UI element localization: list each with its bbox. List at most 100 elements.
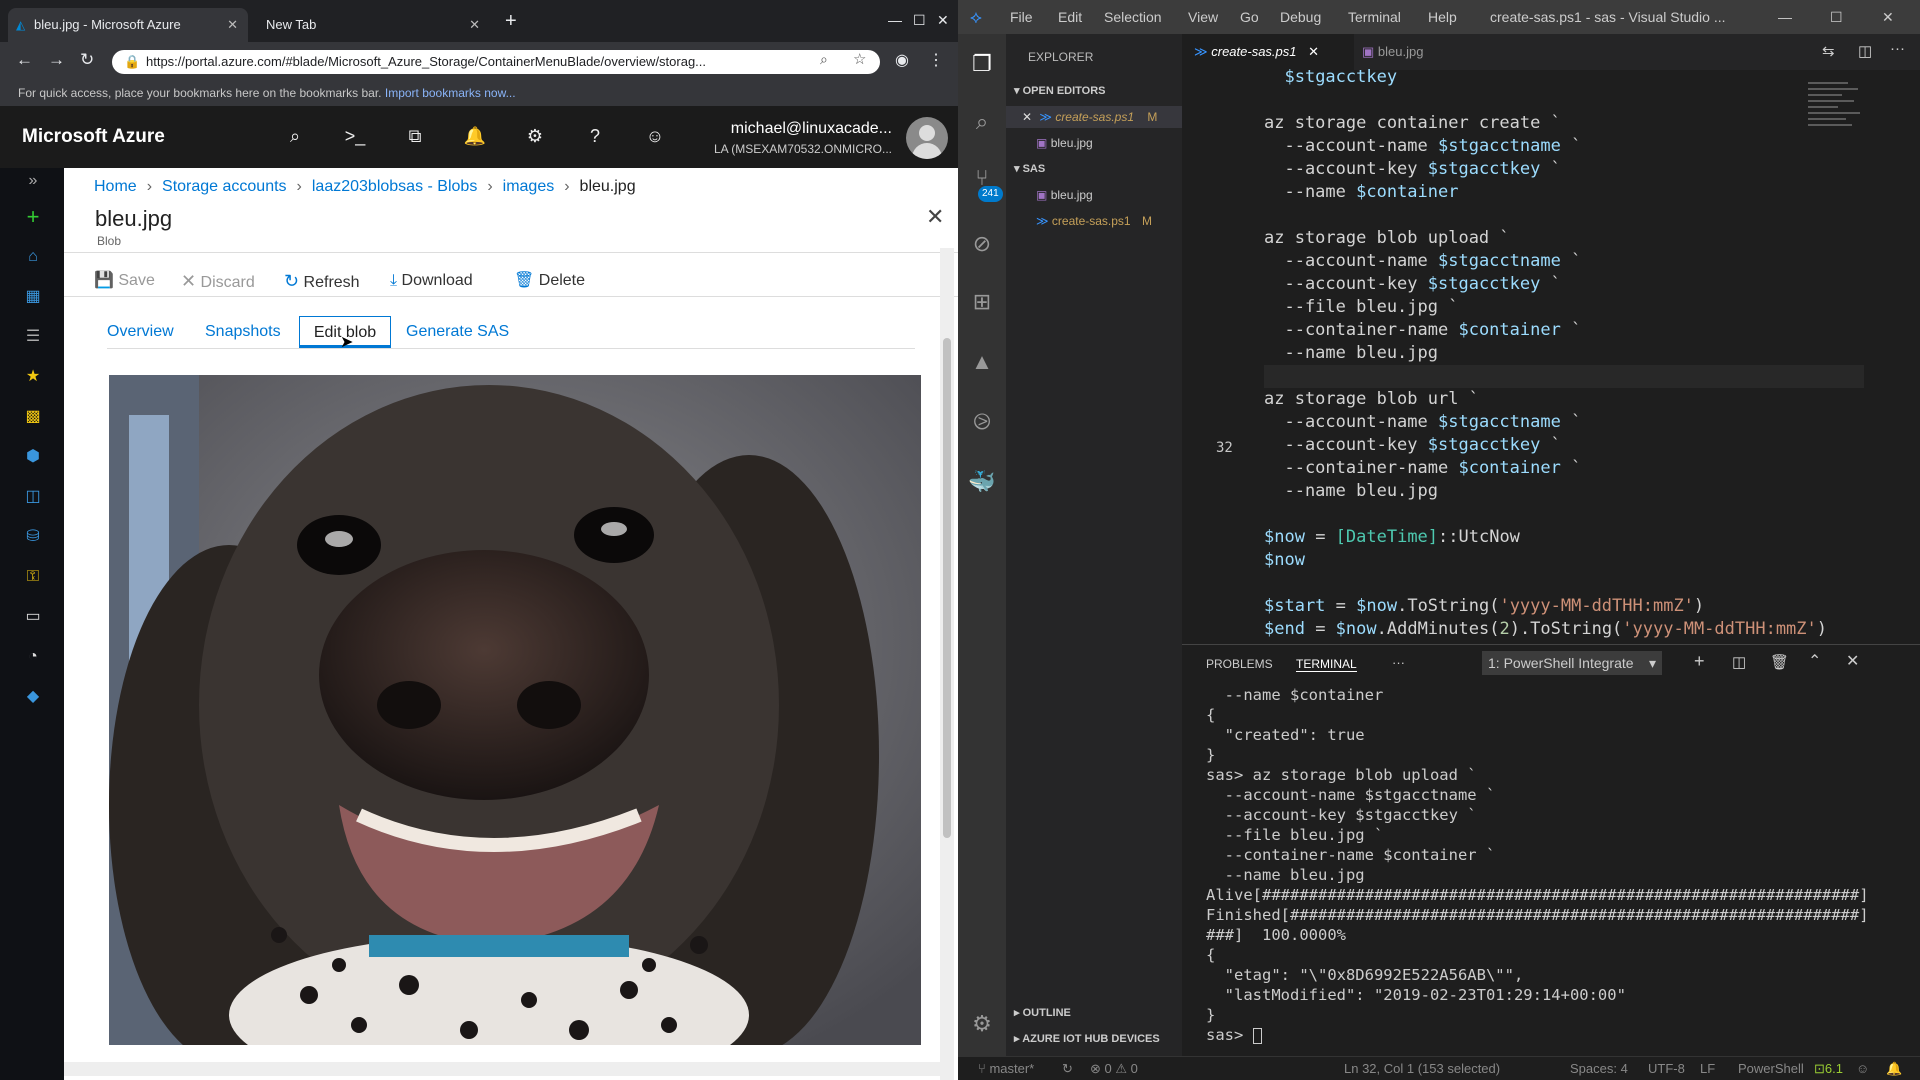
kill-terminal-trash-icon[interactable]: 🗑 bbox=[1770, 653, 1789, 671]
azure-brand[interactable]: Microsoft Azure bbox=[22, 126, 165, 148]
open-editors-section[interactable]: ▾ OPEN EDITORS bbox=[1006, 80, 1182, 102]
discard-button[interactable]: ✕ Discard bbox=[181, 266, 255, 296]
new-tab-plus-icon[interactable]: + bbox=[505, 10, 517, 33]
notifications-bell-icon[interactable]: 🔔 bbox=[462, 126, 488, 148]
reload-icon[interactable]: ↻ bbox=[80, 50, 94, 70]
sql-database-icon[interactable]: ⛁ bbox=[20, 526, 46, 548]
cloud-shell-icon[interactable]: >_ bbox=[342, 126, 368, 148]
avatar[interactable] bbox=[906, 117, 948, 159]
iot-hub-section[interactable]: ▸ AZURE IOT HUB DEVICES bbox=[1006, 1028, 1182, 1050]
git-branch-status[interactable]: ⑂ master* bbox=[978, 1057, 1034, 1080]
create-resource-plus-icon[interactable]: + bbox=[20, 206, 46, 228]
download-button[interactable]: ⤓ Download bbox=[390, 266, 473, 296]
home-icon[interactable]: ⌂ bbox=[20, 246, 46, 268]
tab-problems[interactable]: PROBLEMS bbox=[1206, 657, 1273, 671]
forward-icon[interactable]: → bbox=[48, 50, 65, 70]
settings-gear-icon[interactable]: ⚙ bbox=[522, 126, 548, 148]
file-item-bleu[interactable]: ▣ bleu.jpg bbox=[1006, 184, 1182, 206]
line-ending[interactable]: LF bbox=[1700, 1057, 1715, 1080]
monitor-clock-icon[interactable]: ◔ bbox=[20, 646, 46, 668]
new-terminal-plus-icon[interactable]: + bbox=[1694, 651, 1705, 672]
refresh-button[interactable]: ↻ Refresh bbox=[284, 266, 360, 296]
search-icon[interactable]: ⌕ bbox=[968, 108, 996, 136]
close-icon[interactable]: ✕ bbox=[1308, 44, 1319, 59]
feedback-smiley-icon[interactable]: ☺ bbox=[642, 126, 668, 148]
menu-kebab-icon[interactable]: ⋮ bbox=[928, 50, 944, 70]
storage-accounts-icon[interactable]: ▭ bbox=[20, 606, 46, 628]
extensions-icon[interactable]: ⊞ bbox=[968, 288, 996, 316]
search-icon[interactable]: ⌕ bbox=[282, 126, 308, 148]
maximize-panel-chevron-up-icon[interactable]: ⌃ bbox=[1808, 651, 1821, 671]
back-icon[interactable]: ← bbox=[16, 50, 33, 70]
close-icon[interactable]: ✕ bbox=[1022, 110, 1032, 124]
more-panel-tabs-icon[interactable]: ··· bbox=[1392, 655, 1405, 670]
vertical-scrollbar[interactable] bbox=[940, 248, 954, 1080]
minimap[interactable] bbox=[1808, 78, 1876, 238]
split-terminal-icon[interactable]: ◫ bbox=[1732, 653, 1746, 671]
breadcrumb-container[interactable]: images bbox=[503, 178, 555, 195]
close-panel-icon[interactable]: ✕ bbox=[1846, 651, 1859, 671]
directory-filter-icon[interactable]: ⧉ bbox=[402, 126, 428, 148]
encoding[interactable]: UTF-8 bbox=[1648, 1057, 1685, 1080]
problems-status[interactable]: ⊗ 0 ⚠ 0 bbox=[1090, 1057, 1138, 1080]
close-icon[interactable]: ✕ bbox=[469, 8, 480, 42]
star-icon[interactable]: ☆ bbox=[853, 50, 866, 68]
close-window-icon[interactable]: ✕ bbox=[937, 12, 949, 29]
favorites-star-icon[interactable]: ★ bbox=[20, 366, 46, 388]
terminal-select[interactable]: 1: PowerShell Integrate ▾ bbox=[1482, 651, 1662, 675]
browser-tab-azure[interactable]: ◭ bleu.jpg - Microsoft Azure ✕ bbox=[8, 8, 248, 42]
horizontal-scrollbar[interactable] bbox=[64, 1062, 940, 1076]
powershell-version[interactable]: ⊡6.1 bbox=[1814, 1057, 1843, 1080]
menu-debug[interactable]: Debug bbox=[1280, 0, 1321, 34]
close-icon[interactable]: ✕ bbox=[227, 8, 238, 42]
azure-icon[interactable]: ▲ bbox=[968, 348, 996, 376]
tab-snapshots[interactable]: Snapshots bbox=[205, 316, 281, 348]
resource-groups-cube-icon[interactable]: ⬢ bbox=[20, 446, 46, 468]
open-changes-icon[interactable]: ⇆ bbox=[1822, 42, 1835, 60]
menu-selection[interactable]: Selection bbox=[1104, 0, 1162, 34]
explorer-files-icon[interactable]: ❐ bbox=[968, 50, 996, 78]
open-editor-item-bleu[interactable]: ▣ bleu.jpg bbox=[1006, 132, 1182, 154]
import-bookmarks-link[interactable]: Import bookmarks now... bbox=[385, 86, 516, 100]
minimize-icon[interactable]: — bbox=[888, 12, 902, 28]
split-editor-icon[interactable]: ◫ bbox=[1858, 42, 1872, 60]
maximize-icon[interactable]: ☐ bbox=[1830, 0, 1843, 34]
open-editor-item-create-sas[interactable]: ✕ ≫ create-sas.ps1 M bbox=[1006, 106, 1182, 128]
feedback-smiley-icon[interactable]: ☺ bbox=[1856, 1057, 1869, 1080]
file-item-create-sas[interactable]: ≫ create-sas.ps1 M bbox=[1006, 210, 1182, 232]
minimize-icon[interactable]: — bbox=[1778, 0, 1792, 34]
terminal-output[interactable]: --name $container { "created": true} sas> … bbox=[1206, 685, 1912, 1065]
advisor-diamond-icon[interactable]: ◆ bbox=[20, 686, 46, 708]
close-window-icon[interactable]: ✕ bbox=[1882, 0, 1894, 34]
cursor-position[interactable]: Ln 32, Col 1 (153 selected) bbox=[1344, 1057, 1500, 1080]
breadcrumb-home[interactable]: Home bbox=[94, 178, 137, 195]
zoom-icon[interactable]: ⌕ bbox=[820, 51, 828, 68]
dashboard-icon[interactable]: ▦ bbox=[20, 286, 46, 308]
scrollbar-thumb[interactable] bbox=[943, 338, 951, 838]
powershell-icon[interactable]: ⧁ bbox=[968, 408, 996, 436]
notifications-bell-icon[interactable]: 🔔 bbox=[1886, 1057, 1902, 1080]
menu-edit[interactable]: Edit bbox=[1058, 0, 1082, 34]
tab-generate-sas[interactable]: Generate SAS bbox=[406, 316, 509, 348]
menu-go[interactable]: Go bbox=[1240, 0, 1259, 34]
key-vault-icon[interactable]: ⚿ bbox=[20, 566, 46, 588]
tab-terminal[interactable]: TERMINAL bbox=[1296, 657, 1357, 672]
editor-tab-bleu[interactable]: ▣ bleu.jpg bbox=[1362, 34, 1482, 70]
menu-terminal[interactable]: Terminal bbox=[1348, 0, 1401, 34]
delete-button[interactable]: 🗑 Delete bbox=[514, 266, 585, 296]
docker-whale-icon[interactable]: 🐳 bbox=[968, 468, 996, 496]
menu-help[interactable]: Help bbox=[1428, 0, 1457, 34]
breadcrumb-storage-accounts[interactable]: Storage accounts bbox=[162, 178, 287, 195]
maximize-icon[interactable]: ☐ bbox=[913, 12, 926, 29]
profile-icon[interactable]: ◉ bbox=[895, 50, 909, 70]
outline-section[interactable]: ▸ OUTLINE bbox=[1006, 1002, 1182, 1024]
editor-tab-create-sas[interactable]: ≫ create-sas.ps1 ✕ bbox=[1182, 34, 1354, 70]
user-name[interactable]: michael@linuxacade... bbox=[720, 120, 892, 138]
save-button[interactable]: 💾 Save bbox=[94, 266, 155, 296]
code-content[interactable]: $stgacctkey az storage container create `… bbox=[1264, 66, 1864, 638]
close-blade-icon[interactable]: ✕ bbox=[926, 204, 944, 230]
breadcrumb-account-blobs[interactable]: laaz203blobsas - Blobs bbox=[312, 178, 477, 195]
more-actions-icon[interactable]: ··· bbox=[1890, 40, 1905, 57]
address-bar[interactable]: 🔒 https://portal.azure.com/#blade/Micros… bbox=[112, 50, 880, 74]
menu-file[interactable]: File bbox=[1010, 0, 1033, 34]
